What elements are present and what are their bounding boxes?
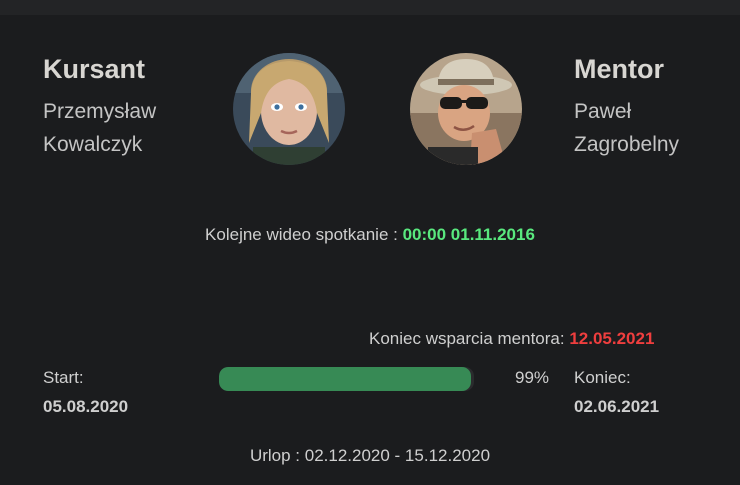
end-label: Koniec: <box>574 368 631 387</box>
mentor-first-name: Paweł <box>574 100 632 123</box>
start-date: 05.08.2020 <box>43 397 129 416</box>
mentor-role-heading: Mentor <box>574 54 664 84</box>
support-end: Koniec wsparcia mentora: 12.05.2021 <box>369 329 654 349</box>
next-meeting: Kolejne wideo spotkanie : 00:00 01.11.20… <box>0 225 740 245</box>
end-date: 02.06.2021 <box>574 397 660 416</box>
course-progress-fill <box>219 367 472 391</box>
student-last-name: Kowalczyk <box>43 133 143 156</box>
student-first-name: Przemysław <box>43 100 157 123</box>
next-meeting-datetime: 00:00 01.11.2016 <box>402 225 535 244</box>
student-role-heading: Kursant <box>43 54 146 84</box>
top-bar <box>0 0 740 15</box>
mentor-avatar <box>410 53 522 165</box>
vacation-period: Urlop : 02.12.2020 - 15.12.2020 <box>249 446 491 465</box>
progress-percent: 99% <box>515 368 550 387</box>
next-meeting-label: Kolejne wideo spotkanie : <box>205 225 403 244</box>
support-end-label: Koniec wsparcia mentora: <box>369 329 570 348</box>
course-progress-bar <box>219 367 474 391</box>
mentor-last-name: Zagrobelny <box>574 133 680 156</box>
student-avatar <box>233 53 345 165</box>
start-label: Start: <box>43 368 84 387</box>
support-end-date: 12.05.2021 <box>569 329 655 348</box>
